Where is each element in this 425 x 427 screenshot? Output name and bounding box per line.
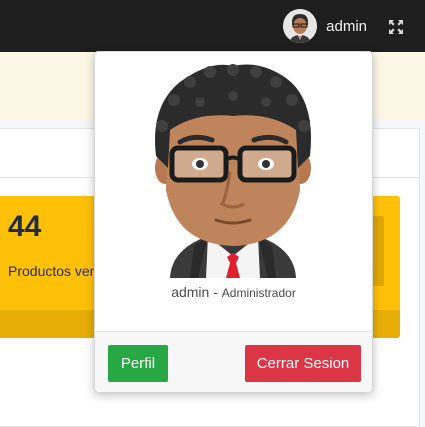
stat-value: 44 bbox=[8, 210, 42, 243]
user-avatar-icon bbox=[283, 9, 318, 43]
user-dropdown-menu: admin - Administrador Perfil Cerrar Sesi… bbox=[94, 51, 373, 392]
user-caption-separator: - bbox=[209, 284, 222, 300]
profile-button[interactable]: Perfil bbox=[108, 345, 168, 382]
logout-button[interactable]: Cerrar Sesion bbox=[245, 345, 361, 382]
user-avatar-large-icon bbox=[155, 64, 311, 278]
user-caption: admin - Administrador bbox=[95, 284, 372, 300]
top-navbar: admin bbox=[0, 0, 425, 52]
user-role: Administrador bbox=[221, 286, 296, 300]
user-menu-toggle[interactable]: admin bbox=[283, 8, 367, 44]
user-dropdown-header: admin - Administrador bbox=[95, 52, 372, 332]
user-name: admin bbox=[171, 284, 210, 300]
user-dropdown-footer: Perfil Cerrar Sesion bbox=[95, 332, 372, 392]
expand-arrows-icon[interactable] bbox=[389, 20, 403, 34]
navbar-username: admin bbox=[326, 17, 367, 35]
